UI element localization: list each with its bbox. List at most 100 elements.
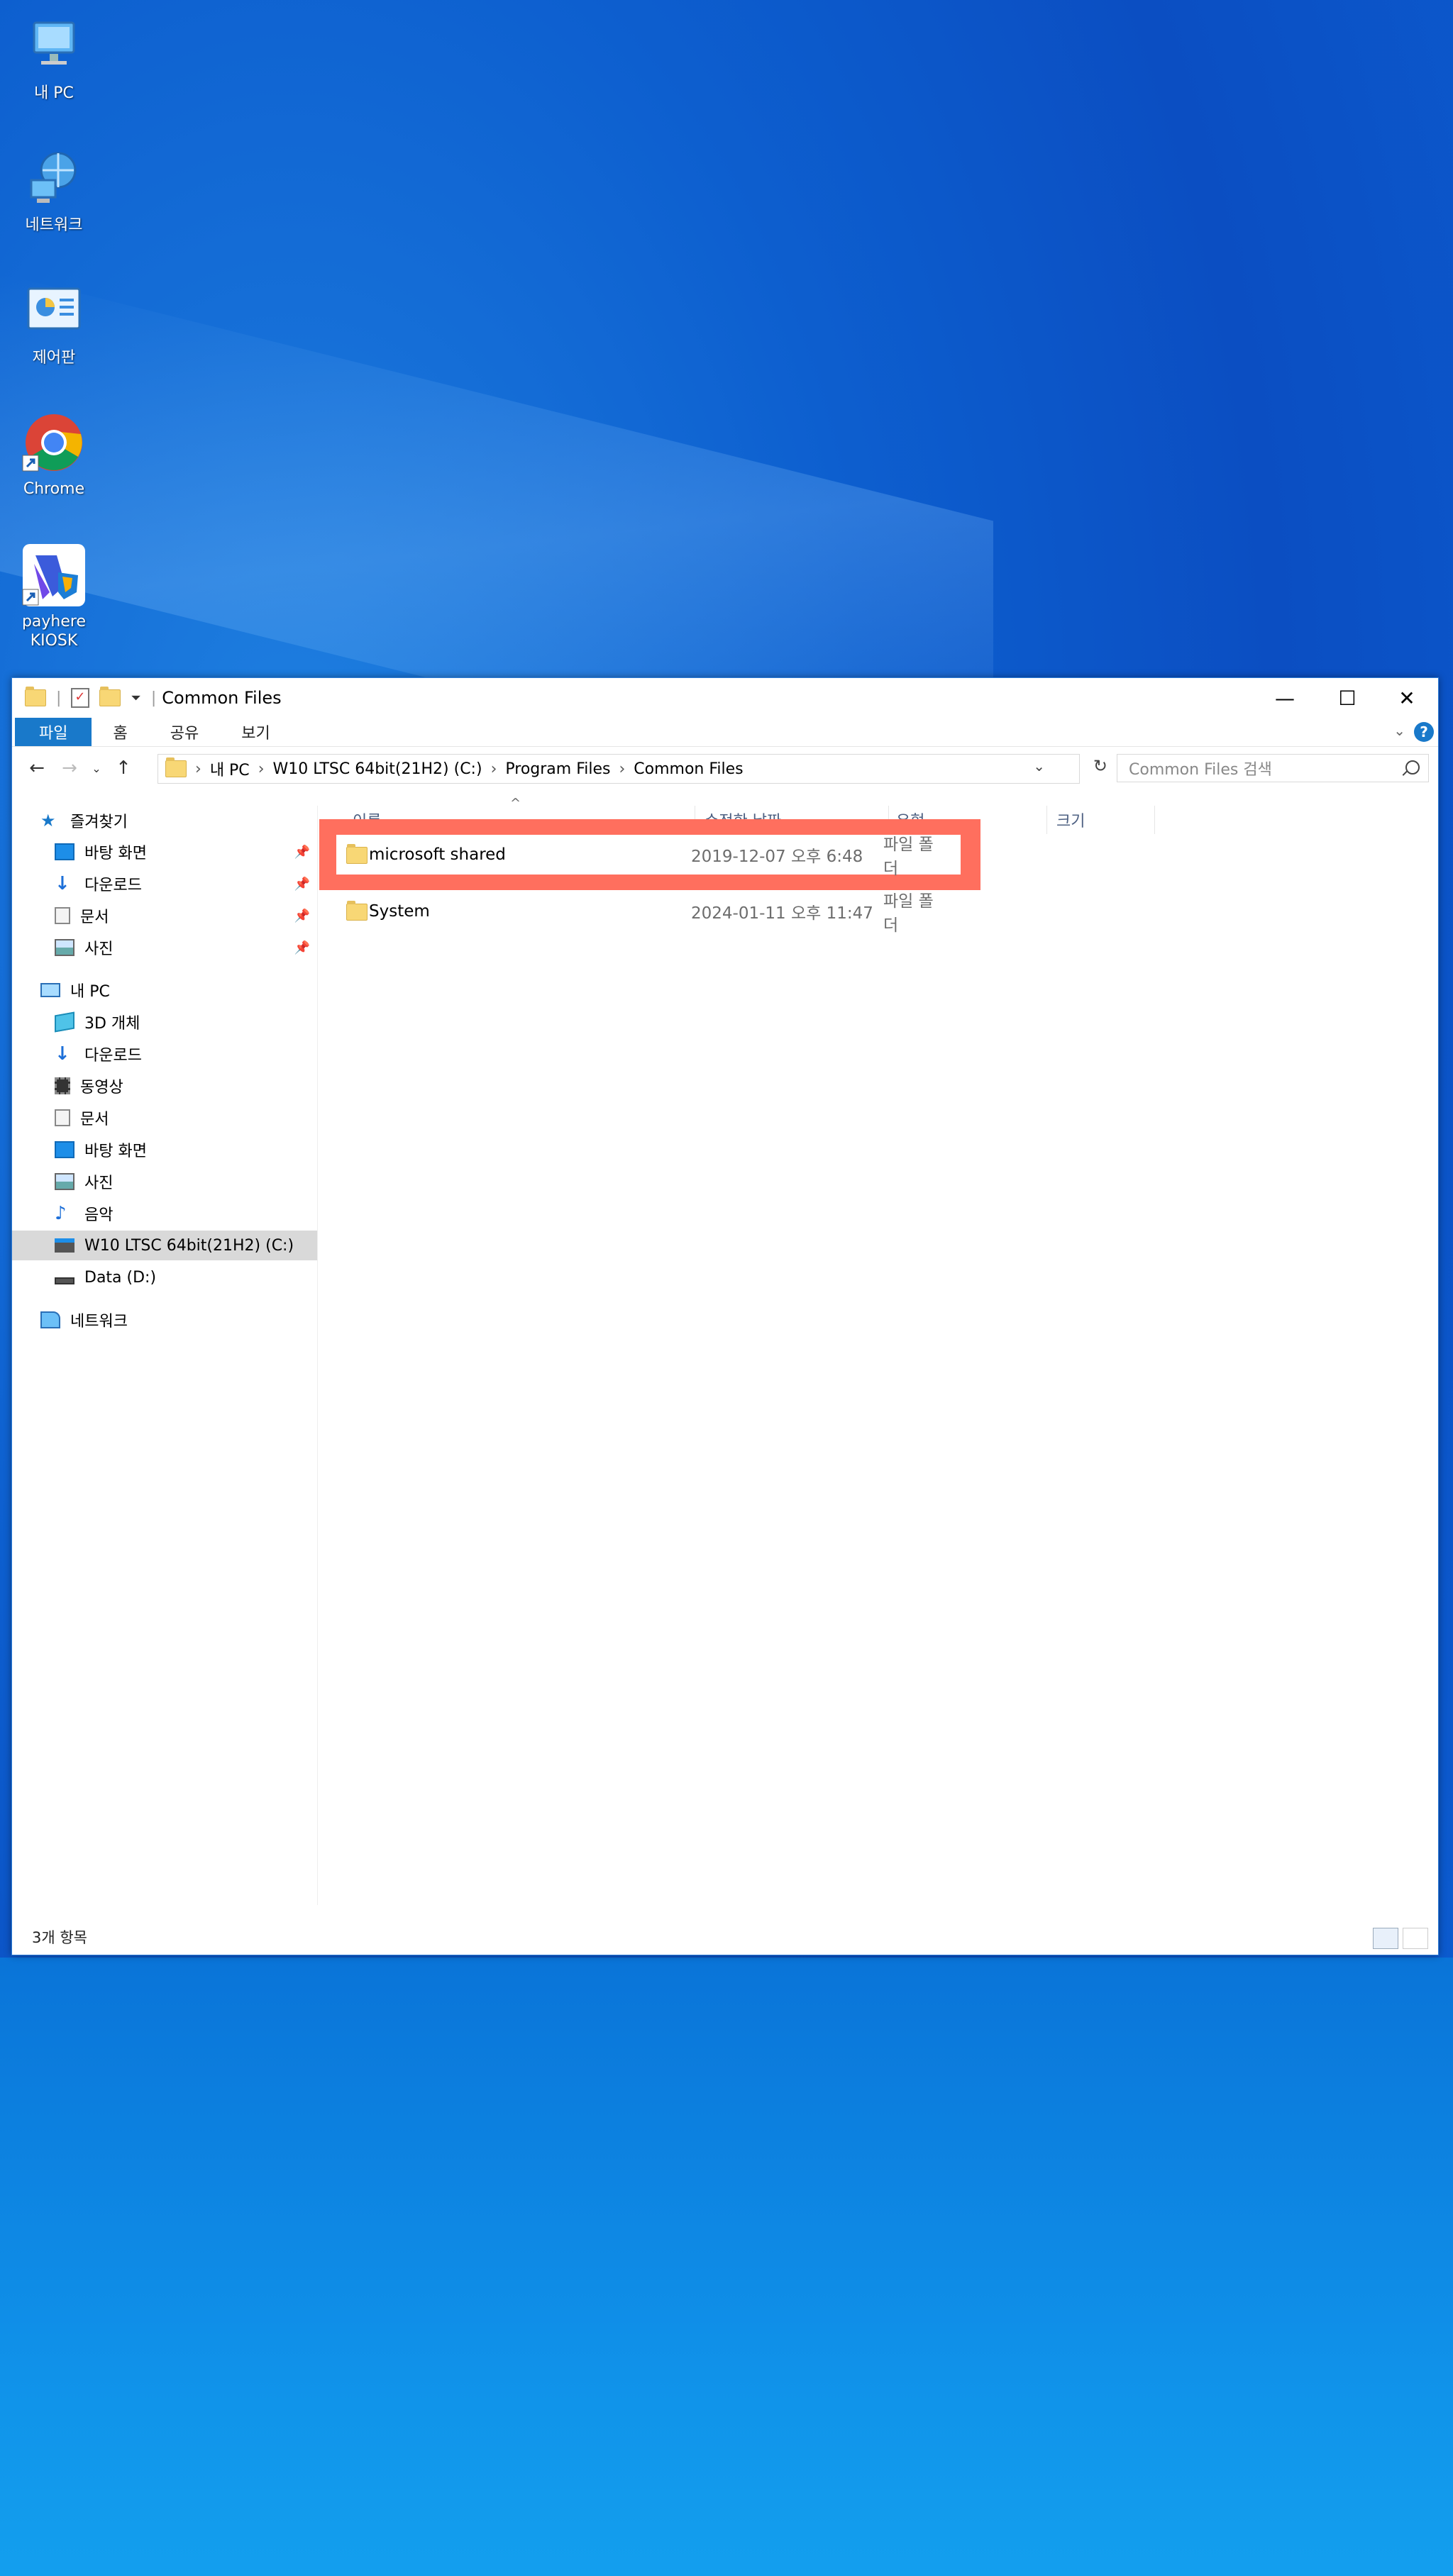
desktop-icon-chrome[interactable]: Chrome (13, 410, 95, 499)
forward-arrow-icon[interactable]: → (53, 757, 86, 779)
column-divider[interactable] (1046, 806, 1047, 834)
desktop-icon (55, 843, 74, 860)
breadcrumb-my-pc[interactable]: 내 PC (210, 757, 250, 780)
search-input[interactable]: Common Files 검색 (1117, 754, 1429, 782)
close-button[interactable]: ✕ (1376, 678, 1438, 718)
nav-item-downloads[interactable]: ↓ 다운로드 (12, 1039, 317, 1069)
breadcrumb-separator-icon: › (258, 760, 265, 778)
pictures-icon (55, 1173, 74, 1190)
toolbar-separator: | (56, 689, 62, 707)
pictures-icon (55, 939, 74, 956)
nav-label: 바탕 화면 (84, 845, 147, 862)
drive-icon (55, 1277, 74, 1284)
breadcrumb-separator-icon: › (195, 760, 201, 778)
tab-file[interactable]: 파일 (15, 718, 92, 746)
title-bar: | ✓ ⏷ | Common Files — ☐ ✕ (12, 678, 1438, 718)
nav-label: 다운로드 (84, 1047, 142, 1065)
expand-ribbon-icon[interactable]: ⌄ (1393, 722, 1405, 739)
breadcrumb-program-files[interactable]: Program Files (505, 760, 610, 778)
breadcrumb-separator-icon: › (619, 760, 626, 778)
tab-home[interactable]: 홈 (92, 718, 148, 746)
desktop-icon-my-pc[interactable]: 내 PC (13, 14, 95, 103)
pin-icon[interactable]: 📌 (294, 909, 310, 923)
nav-item-pictures[interactable]: 사진 (12, 1167, 317, 1197)
customize-toolbar-icon[interactable]: ⏷ (131, 691, 140, 706)
minimize-button[interactable]: — (1254, 678, 1316, 718)
nav-label: 3D 개체 (84, 1015, 140, 1033)
address-bar[interactable]: › 내 PC › W10 LTSC 64bit(21H2) (C:) › Pro… (158, 754, 1107, 784)
nav-label: 문서 (80, 909, 109, 926)
nav-item-downloads-pinned[interactable]: ↓ 다운로드 📌 (12, 869, 317, 899)
refresh-icon[interactable]: ↻ (1093, 756, 1107, 776)
network-icon (40, 1311, 60, 1328)
address-dropdown-icon[interactable]: ⌄ (1033, 757, 1045, 775)
desktop-icon-label: 제어판 (32, 349, 76, 367)
large-icons-view-icon[interactable] (1403, 1928, 1428, 1949)
nav-this-pc[interactable]: 내 PC (12, 975, 317, 1005)
sort-ascending-icon: ^ (510, 796, 521, 811)
file-name: microsoft shared (369, 845, 506, 864)
nav-item-desktop-pinned[interactable]: 바탕 화면 📌 (12, 837, 317, 867)
file-date: 2024-01-11 오후 11:47 (691, 904, 873, 923)
pin-icon[interactable]: 📌 (294, 877, 310, 892)
network-icon (21, 146, 87, 211)
ribbon-tabs: 파일 홈 공유 보기 ⌄ ? (12, 718, 1438, 747)
properties-icon[interactable]: ✓ (71, 688, 90, 708)
desktop-icon-label: payhere KIOSK (21, 613, 87, 650)
breadcrumb-c-drive[interactable]: W10 LTSC 64bit(21H2) (C:) (273, 760, 482, 778)
address-row: ← → ⌄ ↑ › 내 PC › W10 LTSC 64bit(21H2) (C… (12, 747, 1438, 789)
nav-label: 내 PC (70, 983, 110, 1001)
pin-icon[interactable]: 📌 (294, 940, 310, 955)
nav-item-d-drive[interactable]: Data (D:) (12, 1262, 317, 1292)
navigation-pane: ★ 즐겨찾기 바탕 화면 📌 ↓ 다운로드 📌 문서 📌 사진 📌 내 PC 3… (12, 806, 318, 1905)
nav-label: 네트워크 (70, 1313, 128, 1331)
desktop-icon-payhere-kiosk[interactable]: payhere KIOSK (13, 543, 95, 650)
file-list-pane: 이름 ^ 수정한 날짜 유형 크기 (319, 796, 1437, 1905)
nav-quick-access[interactable]: ★ 즐겨찾기 (12, 806, 317, 835)
control-panel-icon (21, 279, 87, 344)
folder-icon (346, 844, 368, 864)
breadcrumb-separator-icon: › (490, 760, 497, 778)
windows-drive-icon (55, 1238, 74, 1253)
nav-network[interactable]: 네트워크 (12, 1305, 317, 1335)
desktop-icon-network[interactable]: 네트워크 (13, 146, 95, 235)
maximize-button[interactable]: ☐ (1316, 678, 1379, 718)
nav-label: 동영상 (80, 1079, 123, 1097)
tab-share[interactable]: 공유 (149, 718, 220, 746)
help-icon[interactable]: ? (1414, 722, 1434, 742)
nav-item-documents-pinned[interactable]: 문서 📌 (12, 901, 317, 931)
file-type: 파일 폴더 (883, 892, 934, 935)
nav-item-c-drive[interactable]: W10 LTSC 64bit(21H2) (C:) (12, 1231, 317, 1260)
desktop-icon-label: Chrome (23, 480, 85, 498)
toolbar-separator: | (150, 689, 157, 707)
folder-icon (165, 757, 187, 777)
nav-item-3d-objects[interactable]: 3D 개체 (12, 1007, 317, 1037)
file-row-system[interactable]: System 2024-01-11 오후 11:47 파일 폴더 (319, 892, 944, 935)
column-divider[interactable] (1154, 806, 1155, 834)
desktop-icon-label: 내 PC (34, 84, 74, 102)
star-icon: ★ (40, 811, 56, 831)
file-date: 2019-12-07 오후 6:48 (691, 848, 863, 866)
recent-locations-icon[interactable]: ⌄ (86, 762, 107, 775)
tab-view[interactable]: 보기 (220, 718, 291, 746)
nav-item-videos[interactable]: 동영상 (12, 1071, 317, 1101)
item-count: 3개 항목 (32, 1929, 87, 1946)
nav-item-pictures-pinned[interactable]: 사진 📌 (12, 933, 317, 962)
details-view-icon[interactable] (1373, 1928, 1398, 1949)
file-row-microsoft-shared[interactable]: microsoft shared 2019-12-07 오후 6:48 파일 폴… (319, 835, 944, 878)
up-arrow-icon[interactable]: ↑ (107, 757, 140, 779)
nav-label: Data (D:) (84, 1268, 157, 1287)
nav-item-documents[interactable]: 문서 (12, 1103, 317, 1133)
desktop-icon-control-panel[interactable]: 제어판 (13, 279, 95, 367)
nav-item-music[interactable]: ♪ 음악 (12, 1199, 317, 1228)
pin-icon[interactable]: 📌 (294, 845, 310, 860)
status-bar: 3개 항목 (12, 1919, 1438, 1955)
nav-label: 사진 (84, 1175, 114, 1192)
nav-item-desktop[interactable]: 바탕 화면 (12, 1135, 317, 1165)
back-arrow-icon[interactable]: ← (21, 757, 53, 779)
new-folder-icon[interactable] (99, 687, 121, 706)
search-icon (1405, 760, 1420, 775)
breadcrumb-common-files[interactable]: Common Files (634, 760, 743, 778)
column-header-size[interactable]: 크기 (1056, 806, 1085, 834)
window-title: Common Files (162, 688, 282, 708)
